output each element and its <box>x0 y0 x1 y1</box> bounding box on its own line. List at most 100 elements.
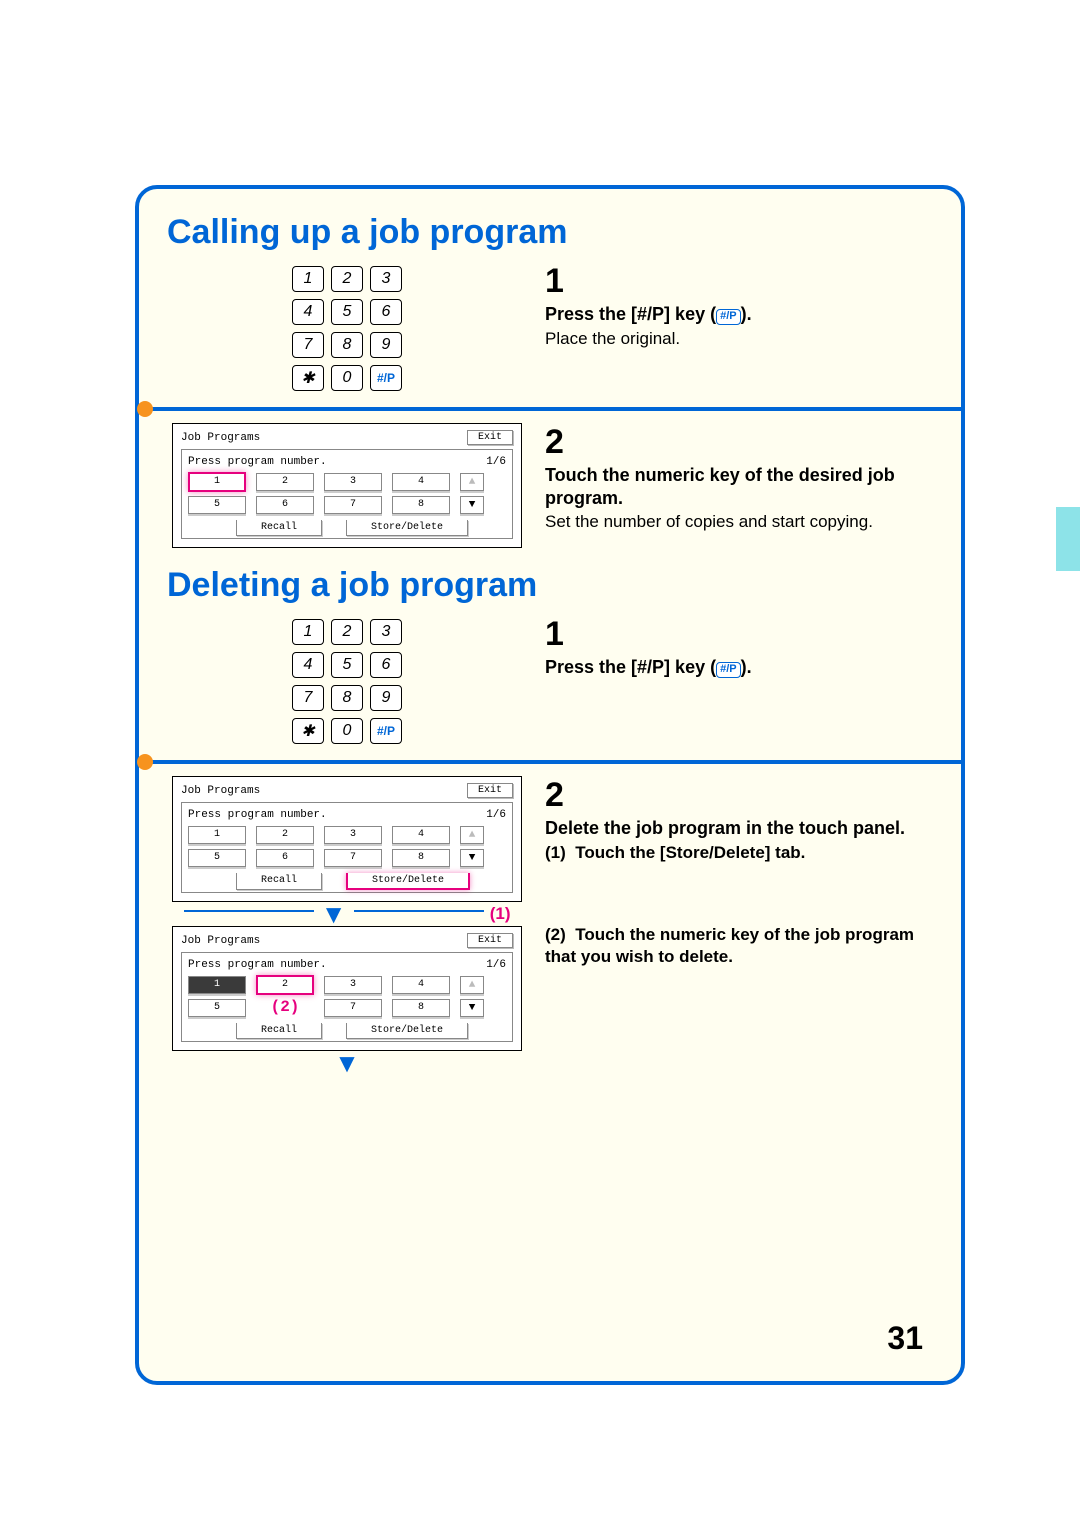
delete-step1-post: ). <box>741 657 752 677</box>
key-3b: 3 <box>370 619 402 645</box>
horizontal-divider-2 <box>139 760 961 764</box>
panel-title: Job Programs <box>181 432 260 444</box>
hp-badge-icon: #/P <box>716 309 741 325</box>
key-0: 0 <box>331 365 363 391</box>
heading-calling-up: Calling up a job program <box>167 213 933 252</box>
store-delete-tab[interactable]: Store/Delete <box>346 520 468 536</box>
touch-panel-1: Job Programs Exit Press program number. … <box>172 423 522 548</box>
program-3b[interactable]: 3 <box>324 976 382 994</box>
delete-step-number-1: 1 <box>545 615 933 654</box>
store-delete-tab-2b[interactable]: Store/Delete <box>346 1023 468 1039</box>
step-number-1: 1 <box>545 262 933 301</box>
key-7b: 7 <box>292 685 324 711</box>
key-8b: 8 <box>331 685 363 711</box>
key-6b: 6 <box>370 652 402 678</box>
panel2b-prompt: Press program number. <box>188 959 327 971</box>
substep-2: (2) Touch the numeric key of the job pro… <box>545 924 933 968</box>
substep-1-text: Touch the [Store/Delete] tab. <box>575 843 805 862</box>
panel2a-prompt: Press program number. <box>188 809 327 821</box>
program-2b[interactable]: 2 <box>256 975 314 995</box>
scroll-up-2a-icon[interactable]: ▲ <box>460 826 484 844</box>
key-5b: 5 <box>331 652 363 678</box>
program-1b[interactable]: 1 <box>188 976 246 994</box>
key-3: 3 <box>370 266 402 292</box>
side-thumb-tab <box>1056 507 1080 571</box>
key-2b: 2 <box>331 619 363 645</box>
step-number-2: 2 <box>545 423 933 462</box>
key-5: 5 <box>331 299 363 325</box>
key-hash-p: #/P <box>370 365 402 391</box>
program-1a[interactable]: 1 <box>188 826 246 844</box>
key-4: 4 <box>292 299 324 325</box>
program-8[interactable]: 8 <box>392 496 450 514</box>
recall-tab[interactable]: Recall <box>236 520 322 536</box>
program-3[interactable]: 3 <box>324 473 382 491</box>
keypad-illustration-1: 1 2 3 4 5 6 7 8 9 ✱ 0 #/P <box>292 262 402 395</box>
recall-tab-2b[interactable]: Recall <box>236 1023 322 1039</box>
panel2b-pager: 1/6 <box>486 959 506 971</box>
delete-step-number-2: 2 <box>545 776 933 815</box>
step1-post: ). <box>741 304 752 324</box>
program-7[interactable]: 7 <box>324 496 382 514</box>
panel2a-title: Job Programs <box>181 785 260 797</box>
exit-button-2a[interactable]: Exit <box>467 783 513 798</box>
touch-panel-2b: Job Programs Exit Press program number. … <box>172 926 522 1051</box>
delete-step1-pre: Press the [#/P] key ( <box>545 657 716 677</box>
key-star-b: ✱ <box>292 718 324 744</box>
program-7b[interactable]: 7 <box>324 999 382 1017</box>
scroll-down-2b-icon[interactable]: ▼ <box>460 999 484 1017</box>
key-9: 9 <box>370 332 402 358</box>
program-8b[interactable]: 8 <box>392 999 450 1017</box>
panel2a-pager: 1/6 <box>486 809 506 821</box>
panel-pager: 1/6 <box>486 456 506 468</box>
exit-button[interactable]: Exit <box>467 430 513 445</box>
delete-step1-instruction: Press the [#/P] key (#/P). <box>545 656 933 679</box>
key-2: 2 <box>331 266 363 292</box>
recall-tab-2a[interactable]: Recall <box>236 873 322 890</box>
program-6[interactable]: 6 <box>256 496 314 514</box>
key-4b: 4 <box>292 652 324 678</box>
key-star: ✱ <box>292 365 324 391</box>
substep-2-text: Touch the numeric key of the job program… <box>545 925 914 966</box>
scroll-up-icon[interactable]: ▲ <box>460 473 484 491</box>
program-5b[interactable]: 5 <box>188 999 246 1017</box>
program-7a[interactable]: 7 <box>324 849 382 867</box>
key-1b: 1 <box>292 619 324 645</box>
key-8: 8 <box>331 332 363 358</box>
heading-deleting: Deleting a job program <box>167 566 933 605</box>
program-6a[interactable]: 6 <box>256 849 314 867</box>
step1-body: Place the original. <box>545 328 933 350</box>
substep-2-num: (2) <box>545 925 566 944</box>
step2-body: Set the number of copies and start copyi… <box>545 511 933 533</box>
substep-1-num: (1) <box>545 843 566 862</box>
hp-badge-icon-2: #/P <box>716 662 741 678</box>
scroll-down-icon[interactable]: ▼ <box>460 496 484 514</box>
key-7: 7 <box>292 332 324 358</box>
step2-instruction: Touch the numeric key of the desired job… <box>545 464 933 509</box>
flow-label-2: (2) <box>256 1000 314 1016</box>
key-hash-p-b: #/P <box>370 718 402 744</box>
keypad-illustration-2: 1 2 3 4 5 6 7 8 9 ✱ 0 #/P <box>292 615 402 748</box>
program-8a[interactable]: 8 <box>392 849 450 867</box>
step1-pre: Press the [#/P] key ( <box>545 304 716 324</box>
program-5[interactable]: 5 <box>188 496 246 514</box>
program-5a[interactable]: 5 <box>188 849 246 867</box>
exit-button-2b[interactable]: Exit <box>467 933 513 948</box>
store-delete-tab-2a[interactable]: Store/Delete <box>346 873 470 890</box>
delete-step2-instruction: Delete the job program in the touch pane… <box>545 817 933 840</box>
panel-prompt: Press program number. <box>188 456 327 468</box>
program-1[interactable]: 1 <box>188 472 246 492</box>
scroll-up-2b-icon[interactable]: ▲ <box>460 976 484 994</box>
substep-1: (1) Touch the [Store/Delete] tab. <box>545 842 933 864</box>
program-4a[interactable]: 4 <box>392 826 450 844</box>
key-9b: 9 <box>370 685 402 711</box>
scroll-down-2a-icon[interactable]: ▼ <box>460 849 484 867</box>
program-4b[interactable]: 4 <box>392 976 450 994</box>
program-2[interactable]: 2 <box>256 473 314 491</box>
program-3a[interactable]: 3 <box>324 826 382 844</box>
key-0b: 0 <box>331 718 363 744</box>
program-2a[interactable]: 2 <box>256 826 314 844</box>
flow-label-1: (1) <box>490 904 511 924</box>
program-4[interactable]: 4 <box>392 473 450 491</box>
flow-arrow-2: ▼ <box>334 1053 360 1073</box>
